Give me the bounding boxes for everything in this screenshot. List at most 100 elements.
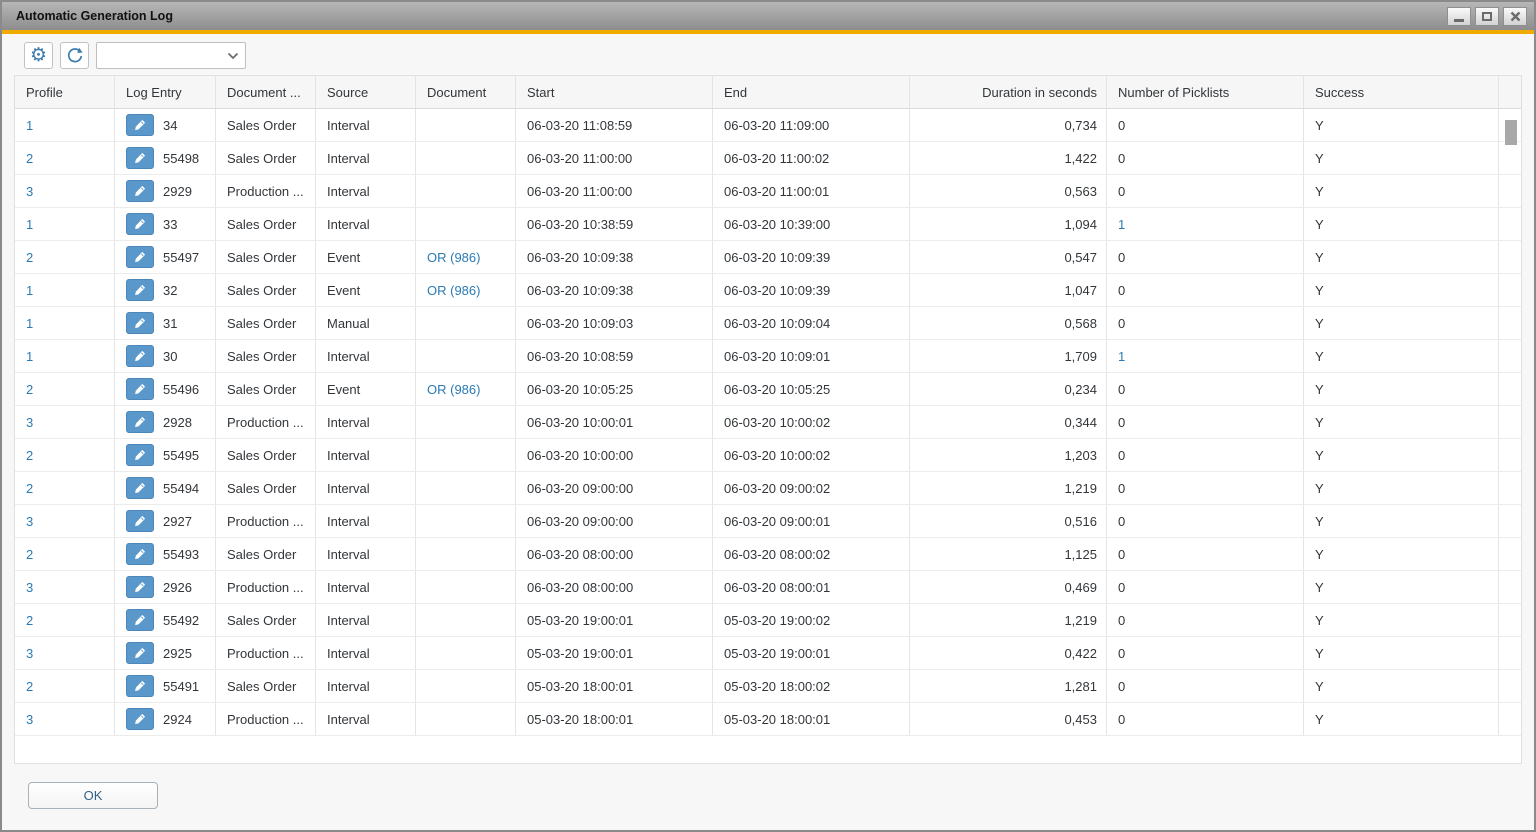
ok-button[interactable]: OK xyxy=(28,782,158,809)
table-row[interactable]: 32926Production ...Interval06-03-20 08:0… xyxy=(15,571,1521,604)
cell-success: Y xyxy=(1304,505,1499,537)
column-header-end[interactable]: End xyxy=(713,76,910,108)
settings-button[interactable]: ⚙ xyxy=(24,42,53,69)
edit-log-entry-button[interactable] xyxy=(126,213,154,235)
cell-success: Y xyxy=(1304,637,1499,669)
cell-end: 06-03-20 09:00:01 xyxy=(713,505,910,537)
cell-start: 05-03-20 18:00:01 xyxy=(516,703,713,735)
profile-link[interactable]: 3 xyxy=(26,415,33,430)
profile-link[interactable]: 3 xyxy=(26,646,33,661)
edit-log-entry-button[interactable] xyxy=(126,477,154,499)
document-link[interactable]: OR (986) xyxy=(427,250,480,265)
cell-document_type: Production ... xyxy=(216,406,316,438)
profile-link[interactable]: 2 xyxy=(26,547,33,562)
column-header-start[interactable]: Start xyxy=(516,76,713,108)
table-row[interactable]: 255496Sales OrderEventOR (986)06-03-20 1… xyxy=(15,373,1521,406)
column-header-picklists[interactable]: Number of Picklists xyxy=(1107,76,1304,108)
edit-log-entry-button[interactable] xyxy=(126,312,154,334)
table-row[interactable]: 255497Sales OrderEventOR (986)06-03-20 1… xyxy=(15,241,1521,274)
edit-log-entry-button[interactable] xyxy=(126,147,154,169)
edit-log-entry-button[interactable] xyxy=(126,609,154,631)
close-button[interactable] xyxy=(1503,7,1527,26)
edit-log-entry-button[interactable] xyxy=(126,279,154,301)
edit-log-entry-button[interactable] xyxy=(126,642,154,664)
cell-source: Interval xyxy=(316,703,416,735)
cell-log_entry: 55497 xyxy=(115,241,216,273)
table-row[interactable]: 130Sales OrderInterval06-03-20 10:08:590… xyxy=(15,340,1521,373)
refresh-button[interactable] xyxy=(60,42,89,69)
edit-log-entry-button[interactable] xyxy=(126,543,154,565)
profile-link[interactable]: 2 xyxy=(26,448,33,463)
profile-link[interactable]: 2 xyxy=(26,481,33,496)
table-row[interactable]: 32928Production ...Interval06-03-20 10:0… xyxy=(15,406,1521,439)
edit-log-entry-button[interactable] xyxy=(126,345,154,367)
edit-log-entry-button[interactable] xyxy=(126,411,154,433)
cell-picklists: 0 xyxy=(1107,505,1304,537)
table-row[interactable]: 132Sales OrderEventOR (986)06-03-20 10:0… xyxy=(15,274,1521,307)
log-entry-number: 34 xyxy=(163,118,177,133)
minimize-button[interactable] xyxy=(1447,7,1471,26)
profile-link[interactable]: 3 xyxy=(26,514,33,529)
table-row[interactable]: 131Sales OrderManual06-03-20 10:09:0306-… xyxy=(15,307,1521,340)
profile-link[interactable]: 3 xyxy=(26,712,33,727)
edit-log-entry-button[interactable] xyxy=(126,675,154,697)
column-header-duration[interactable]: Duration in seconds xyxy=(910,76,1107,108)
column-header-profile[interactable]: Profile xyxy=(15,76,115,108)
cell-filler xyxy=(1499,340,1521,372)
cell-duration: 0,234 xyxy=(910,373,1107,405)
table-row[interactable]: 134Sales OrderInterval06-03-20 11:08:590… xyxy=(15,109,1521,142)
log-entry-number: 32 xyxy=(163,283,177,298)
cell-log_entry: 30 xyxy=(115,340,216,372)
table-row[interactable]: 255498Sales OrderInterval06-03-20 11:00:… xyxy=(15,142,1521,175)
profile-link[interactable]: 3 xyxy=(26,184,33,199)
edit-log-entry-button[interactable] xyxy=(126,708,154,730)
profile-link[interactable]: 1 xyxy=(26,217,33,232)
profile-link[interactable]: 1 xyxy=(26,118,33,133)
edit-log-entry-button[interactable] xyxy=(126,114,154,136)
column-header-log_entry[interactable]: Log Entry xyxy=(115,76,216,108)
profile-link[interactable]: 2 xyxy=(26,250,33,265)
edit-log-entry-button[interactable] xyxy=(126,180,154,202)
profile-link[interactable]: 3 xyxy=(26,580,33,595)
cell-log_entry: 33 xyxy=(115,208,216,240)
cell-source: Interval xyxy=(316,472,416,504)
table-row[interactable]: 32924Production ...Interval05-03-20 18:0… xyxy=(15,703,1521,736)
profile-link[interactable]: 2 xyxy=(26,382,33,397)
column-header-document[interactable]: Document xyxy=(416,76,516,108)
cell-profile: 1 xyxy=(15,274,115,306)
cell-log_entry: 55498 xyxy=(115,142,216,174)
picklists-link[interactable]: 1 xyxy=(1118,217,1125,232)
table-row[interactable]: 255492Sales OrderInterval05-03-20 19:00:… xyxy=(15,604,1521,637)
table-row[interactable]: 133Sales OrderInterval06-03-20 10:38:590… xyxy=(15,208,1521,241)
picklists-link[interactable]: 1 xyxy=(1118,349,1125,364)
table-row[interactable]: 32927Production ...Interval06-03-20 09:0… xyxy=(15,505,1521,538)
vertical-scrollbar-thumb[interactable] xyxy=(1505,120,1517,145)
table-row[interactable]: 255494Sales OrderInterval06-03-20 09:00:… xyxy=(15,472,1521,505)
column-header-document_type[interactable]: Document ... xyxy=(216,76,316,108)
table-row[interactable]: 255493Sales OrderInterval06-03-20 08:00:… xyxy=(15,538,1521,571)
maximize-button[interactable] xyxy=(1475,7,1499,26)
edit-log-entry-button[interactable] xyxy=(126,444,154,466)
edit-log-entry-button[interactable] xyxy=(126,576,154,598)
edit-log-entry-button[interactable] xyxy=(126,378,154,400)
cell-profile: 1 xyxy=(15,208,115,240)
column-header-source[interactable]: Source xyxy=(316,76,416,108)
table-row[interactable]: 32929Production ...Interval06-03-20 11:0… xyxy=(15,175,1521,208)
table-row[interactable]: 32925Production ...Interval05-03-20 19:0… xyxy=(15,637,1521,670)
filter-select[interactable] xyxy=(96,42,246,69)
table-row[interactable]: 255495Sales OrderInterval06-03-20 10:00:… xyxy=(15,439,1521,472)
profile-link[interactable]: 2 xyxy=(26,679,33,694)
edit-log-entry-button[interactable] xyxy=(126,510,154,532)
document-link[interactable]: OR (986) xyxy=(427,283,480,298)
pencil-icon xyxy=(133,613,147,627)
profile-link[interactable]: 2 xyxy=(26,151,33,166)
profile-link[interactable]: 1 xyxy=(26,283,33,298)
document-link[interactable]: OR (986) xyxy=(427,382,480,397)
profile-link[interactable]: 1 xyxy=(26,316,33,331)
profile-link[interactable]: 1 xyxy=(26,349,33,364)
edit-log-entry-button[interactable] xyxy=(126,246,154,268)
column-header-success[interactable]: Success xyxy=(1304,76,1499,108)
profile-link[interactable]: 2 xyxy=(26,613,33,628)
title-bar[interactable]: Automatic Generation Log xyxy=(2,2,1534,30)
table-row[interactable]: 255491Sales OrderInterval05-03-20 18:00:… xyxy=(15,670,1521,703)
